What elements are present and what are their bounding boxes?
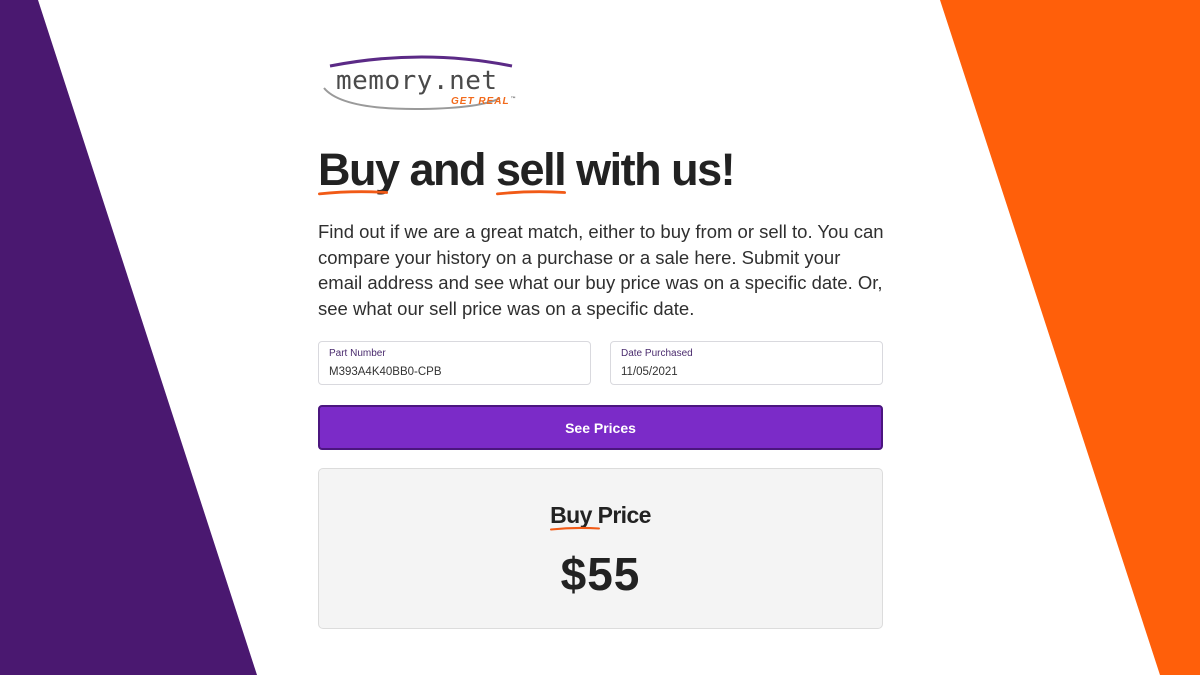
part-number-field[interactable]: Part Number M393A4K40BB0-CPB (318, 341, 591, 385)
brush-underline-icon (550, 526, 601, 531)
date-purchased-field[interactable]: Date Purchased 11/05/2021 (610, 341, 883, 385)
brush-underline-icon (318, 190, 388, 196)
headline-word-buy: Buy (318, 144, 400, 196)
logo-wordmark: memory.net (336, 66, 498, 96)
see-prices-button[interactable]: See Prices (318, 405, 883, 450)
headline-word-sell: sell (496, 144, 567, 196)
part-number-value[interactable]: M393A4K40BB0-CPB (329, 366, 442, 378)
brush-underline-icon (496, 190, 567, 196)
logo-tagline: GET REAL™ (451, 96, 517, 107)
date-purchased-label: Date Purchased (621, 348, 693, 359)
buy-price-card: Buy Price $55 (318, 468, 883, 629)
buy-price-value: $55 (560, 548, 641, 600)
date-purchased-value[interactable]: 11/05/2021 (621, 366, 678, 378)
purple-band (0, 0, 257, 675)
memory-net-logo[interactable]: memory.net GET REAL™ (322, 54, 542, 114)
orange-band (940, 0, 1200, 675)
buy-price-title: Buy Price (319, 502, 882, 531)
price-title-word-buy: Buy (550, 502, 601, 531)
intro-paragraph: Find out if we are a great match, either… (318, 221, 884, 319)
page-title: Buy and sell with us! (318, 140, 736, 200)
part-number-label: Part Number (329, 348, 386, 359)
